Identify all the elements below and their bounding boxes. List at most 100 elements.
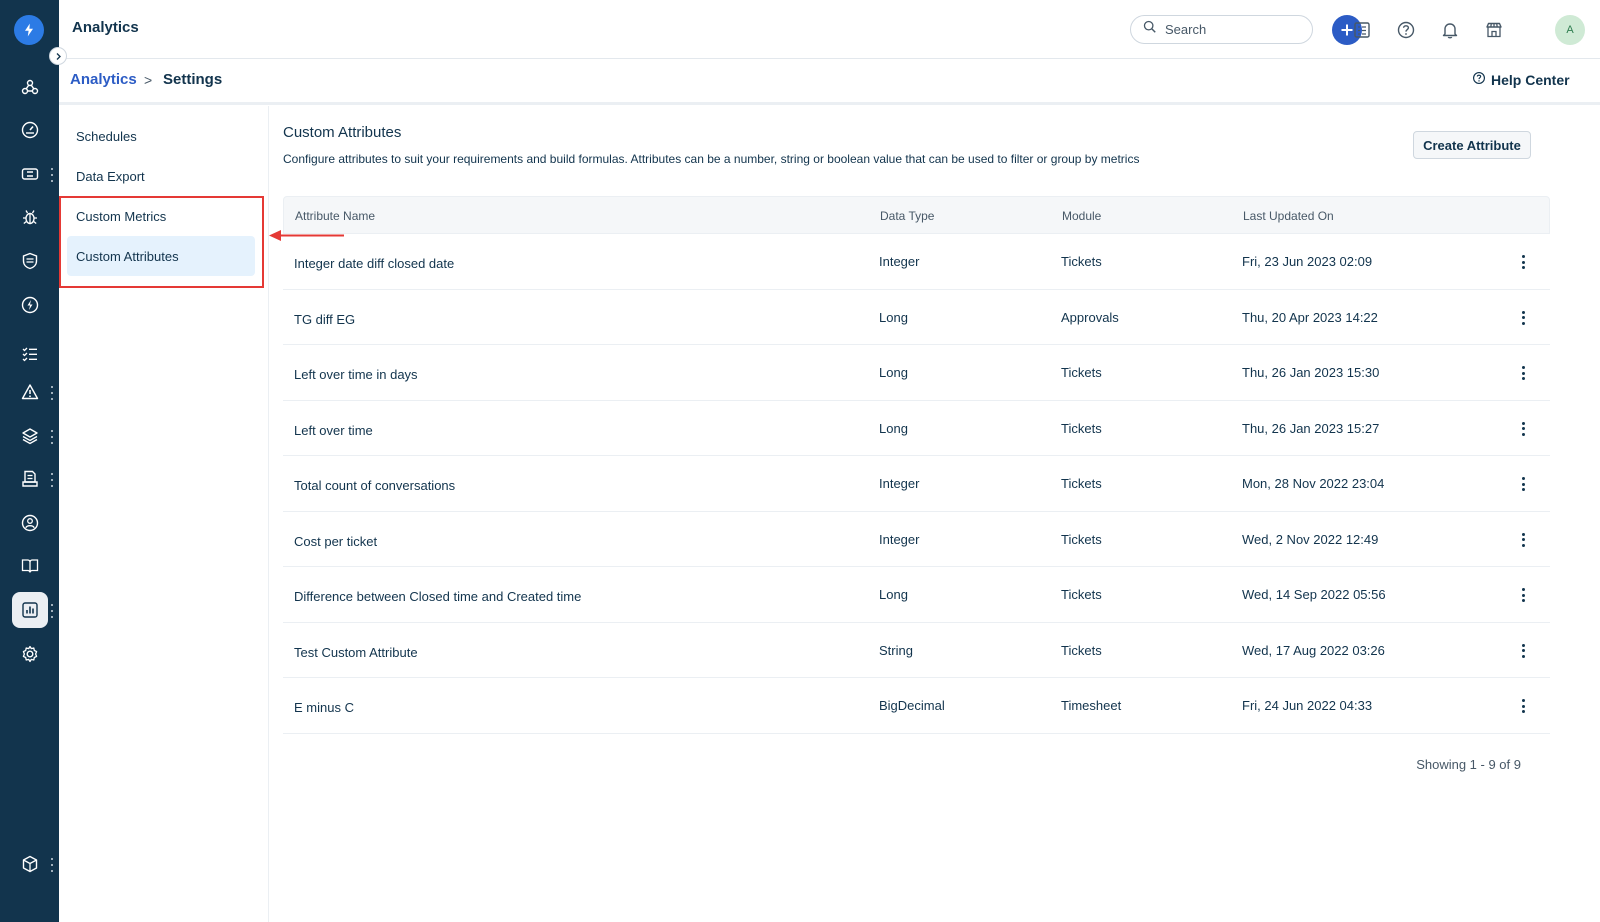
pagination-status: Showing 1 - 9 of 9 xyxy=(1416,757,1521,772)
module: Tickets xyxy=(1061,587,1102,602)
last-updated: Thu, 26 Jan 2023 15:27 xyxy=(1242,420,1380,436)
last-updated: Mon, 28 Nov 2022 23:04 xyxy=(1242,476,1385,491)
data-type: BigDecimal xyxy=(879,698,945,713)
column-header-module: Module xyxy=(1062,209,1102,223)
attribute-name: Difference between Closed time and Creat… xyxy=(294,589,582,604)
module: Tickets xyxy=(1061,531,1102,547)
data-type: Integer xyxy=(879,476,920,491)
row-more-icon[interactable] xyxy=(1514,308,1532,328)
table-row[interactable]: Difference between Closed time and Creat… xyxy=(283,567,1550,623)
breadcrumb: Analytics > Settings Help Center xyxy=(59,59,1600,105)
data-type: Integer xyxy=(879,254,920,269)
nav-document-more[interactable] xyxy=(49,473,55,487)
forms-icon[interactable] xyxy=(1347,15,1377,45)
data-type: Long xyxy=(879,365,908,380)
attribute-name: Integer date diff closed date xyxy=(294,256,455,271)
attribute-name: TG diff EG xyxy=(294,311,356,327)
row-more-icon[interactable] xyxy=(1514,252,1532,272)
row-more-icon[interactable] xyxy=(1514,696,1532,716)
search-icon xyxy=(1143,20,1157,39)
last-updated: Fri, 24 Jun 2022 04:33 xyxy=(1242,698,1373,713)
nav-cube-more[interactable] xyxy=(49,858,55,872)
last-updated: Thu, 20 Apr 2023 14:22 xyxy=(1242,309,1378,325)
help-center-label: Help Center xyxy=(1491,71,1570,88)
help-center-link[interactable]: Help Center xyxy=(1472,71,1570,88)
page-title: Custom Attributes xyxy=(283,124,402,141)
data-type: String xyxy=(879,642,913,658)
column-header-attribute-name: Attribute Name xyxy=(295,209,376,223)
data-type: Long xyxy=(879,587,908,602)
data-type: Long xyxy=(879,420,908,436)
last-updated: Wed, 2 Nov 2022 12:49 xyxy=(1242,531,1379,547)
nav-ticket-more[interactable] xyxy=(49,168,55,182)
table-row[interactable]: Test Custom Attribute String Tickets Wed… xyxy=(283,623,1550,678)
attribute-name: Total count of conversations xyxy=(294,478,456,493)
table-header: Attribute Name Data Type Module Last Upd… xyxy=(283,196,1550,234)
row-more-icon[interactable] xyxy=(1514,585,1532,605)
nav-bolt-circle-icon[interactable] xyxy=(0,287,59,323)
help-icon[interactable] xyxy=(1391,15,1421,45)
top-header: Analytics A xyxy=(59,0,1600,59)
nav-book-icon[interactable] xyxy=(0,548,59,584)
module: Timesheet xyxy=(1061,698,1122,713)
row-more-icon[interactable] xyxy=(1514,363,1532,383)
logo-bolt-icon[interactable] xyxy=(14,15,44,45)
marketplace-icon[interactable] xyxy=(1479,15,1509,45)
chevron-right-icon[interactable] xyxy=(49,47,67,65)
row-more-icon[interactable] xyxy=(1514,474,1532,494)
primary-nav-rail xyxy=(0,0,59,922)
table-row[interactable]: Integer date diff closed date Integer Ti… xyxy=(283,234,1550,290)
annotation-highlight-box xyxy=(59,196,264,288)
module: Tickets xyxy=(1061,420,1102,436)
nav-shield-icon[interactable] xyxy=(0,243,59,279)
nav-analytics-more[interactable] xyxy=(49,604,55,618)
search-input[interactable] xyxy=(1165,22,1305,37)
last-updated: Thu, 26 Jan 2023 15:30 xyxy=(1242,365,1380,380)
table-row[interactable]: Left over time Long Tickets Thu, 26 Jan … xyxy=(283,401,1550,456)
menu-item-schedules[interactable]: Schedules xyxy=(67,116,255,156)
row-more-icon[interactable] xyxy=(1514,419,1532,439)
nav-checklist-icon[interactable] xyxy=(0,336,59,372)
attribute-name: Left over time in days xyxy=(294,367,418,382)
table-row[interactable]: Total count of conversations Integer Tic… xyxy=(283,456,1550,512)
row-more-icon[interactable] xyxy=(1514,530,1532,550)
breadcrumb-analytics-link[interactable]: Analytics xyxy=(70,71,137,88)
module: Approvals xyxy=(1061,309,1119,325)
table-row[interactable]: TG diff EG Long Approvals Thu, 20 Apr 20… xyxy=(283,290,1550,345)
chevron-right-icon: > xyxy=(144,72,153,88)
app-title: Analytics xyxy=(72,19,139,36)
menu-item-data-export[interactable]: Data Export xyxy=(67,156,255,196)
nav-dashboard-gauge-icon[interactable] xyxy=(0,112,59,148)
attribute-name: Left over time xyxy=(294,422,373,438)
attribute-name: Test Custom Attribute xyxy=(294,644,418,660)
module: Tickets xyxy=(1061,365,1102,380)
last-updated: Wed, 14 Sep 2022 05:56 xyxy=(1242,587,1386,602)
nav-alert-more[interactable] xyxy=(49,386,55,400)
search-box[interactable] xyxy=(1130,15,1313,44)
last-updated: Fri, 23 Jun 2023 02:09 xyxy=(1242,254,1373,269)
avatar[interactable]: A xyxy=(1555,15,1585,45)
attribute-name: Cost per ticket xyxy=(294,533,378,549)
nav-layers-more[interactable] xyxy=(49,430,55,444)
data-type: Integer xyxy=(879,531,920,547)
page-description: Configure attributes to suit your requir… xyxy=(283,152,1140,166)
create-attribute-button[interactable]: Create Attribute xyxy=(1413,131,1531,159)
attribute-name: E minus C xyxy=(294,700,354,715)
nav-hub-icon[interactable] xyxy=(0,69,59,105)
nav-users-circle-icon[interactable] xyxy=(0,505,59,541)
breadcrumb-current: Settings xyxy=(163,71,223,88)
last-updated: Wed, 17 Aug 2022 03:26 xyxy=(1242,642,1385,658)
column-header-last-updated: Last Updated On xyxy=(1243,209,1334,223)
module: Tickets xyxy=(1061,642,1102,658)
attributes-table: Attribute Name Data Type Module Last Upd… xyxy=(283,196,1550,734)
module: Tickets xyxy=(1061,476,1102,491)
bell-icon[interactable] xyxy=(1435,15,1465,45)
module: Tickets xyxy=(1061,254,1102,269)
table-row[interactable]: Left over time in days Long Tickets Thu,… xyxy=(283,345,1550,401)
row-more-icon[interactable] xyxy=(1514,641,1532,661)
nav-gear-icon[interactable] xyxy=(0,636,59,672)
table-row[interactable]: Cost per ticket Integer Tickets Wed, 2 N… xyxy=(283,512,1550,567)
table-row[interactable]: E minus C BigDecimal Timesheet Fri, 24 J… xyxy=(283,678,1550,734)
nav-bug-icon[interactable] xyxy=(0,199,59,235)
data-type: Long xyxy=(879,309,908,325)
